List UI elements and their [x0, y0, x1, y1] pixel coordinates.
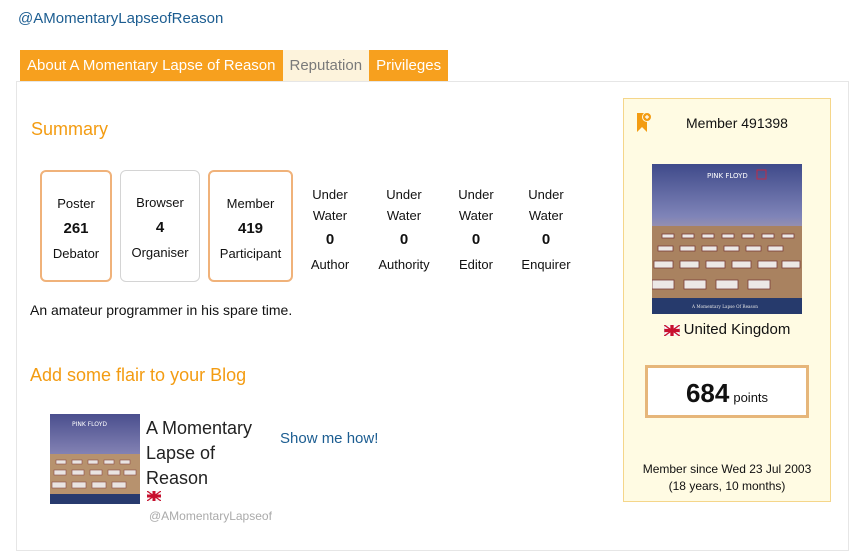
underwater-sub: Authority	[378, 257, 430, 272]
underwater-line2: Water	[312, 208, 348, 223]
badge-browser: Browser 4 Organiser	[120, 170, 200, 282]
points-box: 684 points	[645, 365, 809, 418]
country-name: United Kingdom	[683, 321, 791, 338]
tab-about[interactable]: About A Momentary Lapse of Reason	[20, 50, 283, 82]
underwater-value: 0	[471, 231, 481, 248]
underwater-line1: Under	[386, 187, 422, 202]
badge-label: Browser	[136, 195, 184, 210]
album-caption: A Momentary Lapse Of Reason	[691, 304, 758, 309]
points-value: 684	[685, 378, 730, 408]
underwater-line2: Water	[386, 208, 422, 223]
badge-value: 419	[237, 220, 264, 237]
underwater-line2: Water	[458, 208, 494, 223]
underwater-sub: Editor	[459, 257, 493, 272]
member-duration: (18 years, 10 months)	[668, 479, 786, 493]
underwater-line2: Water	[528, 208, 564, 223]
badge-member: Member 419 Participant	[208, 170, 293, 282]
badge-sub: Participant	[219, 246, 282, 261]
album-band-name: PINK FLOYD	[707, 172, 748, 180]
underwater-line1: Under	[458, 187, 494, 202]
underwater-value: 0	[541, 231, 551, 248]
underwater-sub: Enquirer	[521, 257, 571, 272]
album-cover-image: PINK FLOYD A Momentary Lapse Of Reason	[652, 164, 802, 314]
points-unit: points	[733, 390, 769, 405]
underwater-line1: Under	[528, 187, 564, 202]
tab-reputation[interactable]: Reputation	[282, 50, 370, 82]
uk-flag-icon	[147, 491, 161, 501]
badge-sub: Organiser	[131, 245, 189, 260]
badge-value: 261	[63, 220, 89, 237]
flair-album-band: PINK FLOYD	[72, 421, 107, 428]
badge-poster: Poster 261 Debator	[40, 170, 112, 282]
member-since: Member since Wed 23 Jul 2003 (18 years, …	[623, 461, 831, 495]
tab-privileges[interactable]: Privileges	[369, 50, 449, 82]
flair-blog-name: A Momentary Lapse of Reason	[146, 418, 253, 488]
underwater-sub: Author	[310, 257, 350, 272]
badge-value: 4	[155, 219, 165, 236]
underwater-enquirer: Under Water 0 Enquirer	[516, 184, 576, 275]
flair-heading: Add some flair to your Blog	[30, 365, 247, 385]
badge-label: Poster	[57, 196, 95, 211]
profile-tabs: About A Momentary Lapse of Reason Reputa…	[20, 50, 449, 82]
summary-heading: Summary	[31, 119, 109, 139]
flair-handle: @AMomentaryLapseof	[149, 509, 272, 523]
underwater-editor: Under Water 0 Editor	[446, 184, 506, 275]
show-me-how-link[interactable]: Show me how!	[280, 430, 378, 447]
underwater-author: Under Water 0 Author	[300, 184, 360, 275]
member-country: United Kingdom	[623, 321, 831, 338]
badge-sub: Debator	[52, 246, 100, 261]
underwater-line1: Under	[312, 187, 348, 202]
underwater-value: 0	[325, 231, 335, 248]
uk-flag-icon	[663, 324, 680, 337]
profile-handle: @AMomentaryLapseofReason	[18, 10, 224, 27]
underwater-authority: Under Water 0 Authority	[374, 184, 434, 275]
flair-album-thumbnail: PINK FLOYD	[50, 414, 140, 504]
profile-bio: An amateur programmer in his spare time.	[30, 302, 293, 318]
underwater-value: 0	[399, 231, 409, 248]
badge-label: Member	[226, 196, 275, 211]
member-number: Member 491398	[686, 115, 788, 131]
member-since-date: Member since Wed 23 Jul 2003	[642, 462, 812, 476]
